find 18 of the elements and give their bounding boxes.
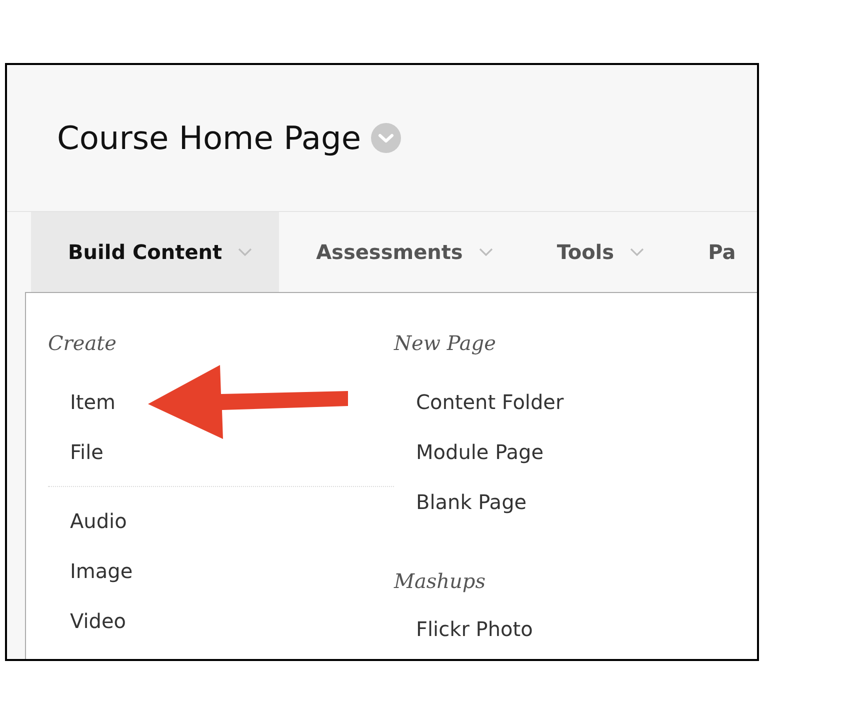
menu-tab[interactable]: Tools	[520, 212, 672, 292]
menu-item[interactable]: Image	[70, 558, 133, 584]
page-title: Course Home Page	[57, 119, 362, 157]
menu-item[interactable]: Blank Page	[416, 489, 527, 515]
menu-item[interactable]: Module Page	[416, 439, 544, 465]
section-heading: New Page	[394, 330, 496, 357]
chevron-circle-icon[interactable]	[371, 123, 402, 153]
menu-item[interactable]: Content Folder	[416, 389, 564, 415]
menu-item[interactable]: Video	[70, 608, 126, 634]
menu-item[interactable]: Item	[70, 389, 116, 415]
menu-item[interactable]: File	[70, 439, 104, 465]
menu-tab[interactable]: Pa	[671, 212, 736, 292]
menu-item[interactable]: Audio	[70, 508, 127, 534]
menu-tab[interactable]: Build Content	[31, 212, 280, 292]
section-heading: Create	[48, 330, 116, 357]
section-heading: Mashups	[394, 568, 486, 595]
menu-item[interactable]: Flickr Photo	[416, 616, 533, 642]
menu-tab[interactable]: Assessments	[279, 212, 520, 292]
